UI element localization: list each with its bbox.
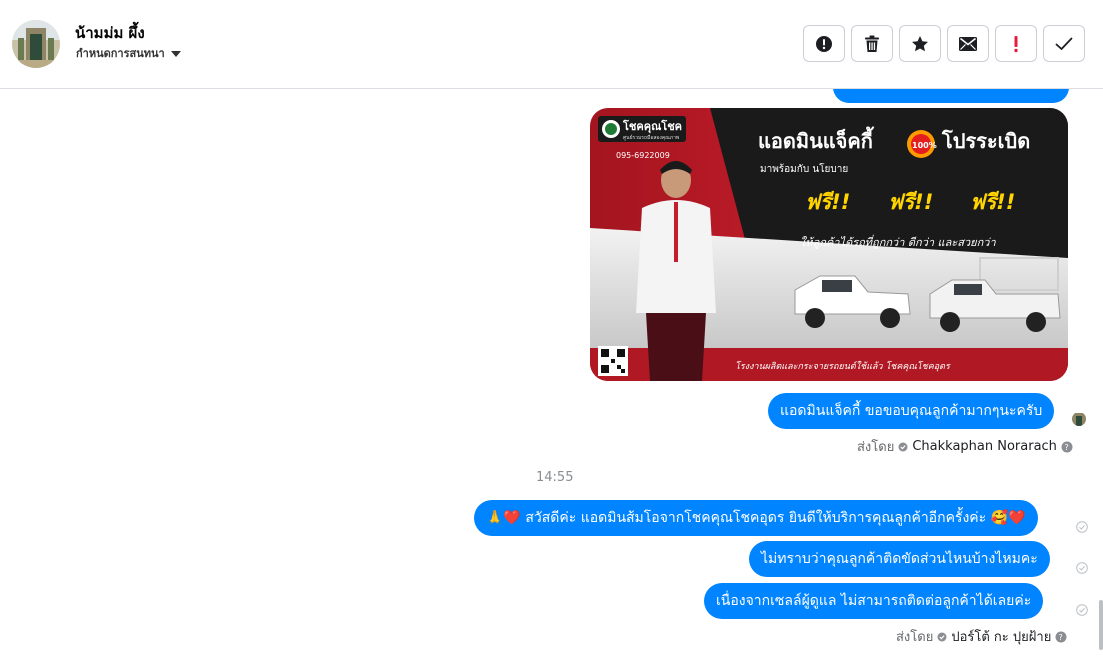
contact-name: น้ามม่ม ผึ้ง: [75, 24, 145, 42]
delete-button[interactable]: [851, 25, 893, 62]
previous-message-bubble: [833, 89, 1069, 103]
message-thread[interactable]: โชคคุณโชค ศูนย์รวมรถมือสองคุณภาพ 095-692…: [0, 89, 1103, 662]
banner-tagline: ให้ลูกค้าได้รถที่ถูกกว่า ดีกว่า และสวยกว…: [800, 234, 996, 249]
promo-banner-image: โชคคุณโชค ศูนย์รวมรถมือสองคุณภาพ 095-692…: [590, 108, 1068, 381]
contact-avatar[interactable]: [12, 20, 60, 68]
sent-by-label: ส่งโดย: [896, 630, 934, 645]
message-bubble-thanks[interactable]: แอดมินแจ็คกี้ ขอขอบคุณลูกค้ามากๆนะครับ: [768, 393, 1055, 429]
delivered-check-icon: [1076, 562, 1088, 574]
verified-icon: [937, 632, 947, 641]
banner-badge: 100%: [912, 141, 937, 150]
banner-free-3: ฟรี!!: [970, 190, 1015, 214]
read-receipt-avatar: [1072, 412, 1086, 426]
sent-by-label: ส่งโดย: [857, 440, 895, 455]
spam-button[interactable]: [803, 25, 845, 62]
banner-brand: โชคคุณโชค: [622, 119, 682, 134]
trash-icon: [865, 35, 879, 52]
checkmark-icon: [1055, 37, 1073, 50]
assign-conversation-dropdown[interactable]: กำหนดการสนทนา: [76, 44, 181, 62]
message-bubble-reason[interactable]: เนื่องจากเซลล์ผู้ดูแล ไม่สามารถติดต่อลูก…: [704, 583, 1044, 619]
banner-footer: โรงงานผลิตและกระจายรถยนต์ใช้แล้ว โชคคุณโ…: [735, 360, 951, 372]
verified-icon: [898, 442, 908, 451]
sent-by-agent[interactable]: ปอร์โต้ กะ ปุยฝ้าย: [951, 626, 1051, 647]
message-bubble-greeting[interactable]: 🙏❤️ สวัสดีค่ะ แอดมินส้มโอจากโชคคุณโชคอุด…: [474, 500, 1038, 536]
svg-text:?: ?: [1064, 443, 1068, 452]
time-divider: 14:55: [536, 470, 574, 485]
banner-headline: แอดมินแจ็คกี้: [758, 126, 875, 153]
delivered-check-icon: [1076, 521, 1088, 533]
banner-phone: 095-6922009: [616, 151, 670, 160]
banner-free-1: ฟรี!!: [805, 190, 850, 214]
banner-brand-sub: ศูนย์รวมรถมือสองคุณภาพ: [623, 134, 679, 141]
sent-by-caption-2: ส่งโดย ปอร์โต้ กะ ปุยฝ้าย ?: [896, 626, 1067, 647]
star-button[interactable]: [899, 25, 941, 62]
envelope-icon: [959, 36, 977, 51]
help-icon[interactable]: ?: [1055, 631, 1067, 643]
star-icon: [912, 35, 928, 51]
conversation-toolbar: [803, 25, 1085, 62]
help-icon[interactable]: ?: [1061, 441, 1073, 453]
svg-text:?: ?: [1059, 633, 1063, 642]
done-button[interactable]: [1043, 25, 1085, 62]
follow-up-button[interactable]: [995, 25, 1037, 62]
message-bubble-question[interactable]: ไม่ทราบว่าคุณลูกค้าติดขัดส่วนไหนบ้างไหมค…: [749, 541, 1050, 577]
conversation-header: น้ามม่ม ผึ้ง กำหนดการสนทนา: [0, 0, 1103, 89]
delivered-check-icon: [1076, 604, 1088, 616]
thread-scrollbar[interactable]: [1099, 600, 1103, 650]
banner-headline-tail: โปรระเบิด: [941, 129, 1030, 153]
banner-free-2: ฟรี!!: [888, 190, 933, 214]
exclamation-icon: [1014, 35, 1018, 52]
sent-by-agent[interactable]: Chakkaphan Norarach: [912, 439, 1057, 454]
assign-conversation-label: กำหนดการสนทนา: [76, 47, 165, 60]
promo-image-message[interactable]: โชคคุณโชค ศูนย์รวมรถมือสองคุณภาพ 095-692…: [590, 108, 1068, 381]
caret-down-icon: [170, 50, 181, 57]
banner-subline: มาพร้อมกับ นโยบาย: [760, 162, 848, 175]
sent-by-caption-1: ส่งโดย Chakkaphan Norarach ?: [857, 436, 1073, 457]
mark-unread-button[interactable]: [947, 25, 989, 62]
alert-circle-icon: [816, 35, 832, 52]
